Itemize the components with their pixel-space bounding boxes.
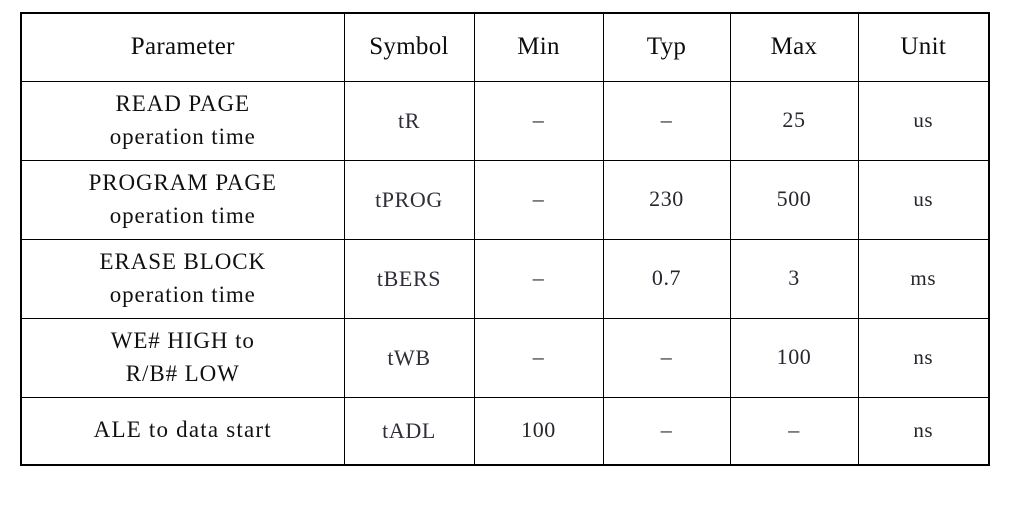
cell-min: – bbox=[473, 80, 604, 161]
cell-symbol: tR bbox=[343, 80, 475, 161]
cell-parameter: PROGRAM PAGE operation time bbox=[20, 159, 345, 240]
table-row: ERASE BLOCK operation time tBERS – 0.7 3… bbox=[20, 238, 990, 319]
cell-symbol: tWB bbox=[343, 317, 475, 398]
cell-symbol: tBERS bbox=[343, 238, 475, 319]
column-header-typ: Typ bbox=[602, 12, 731, 82]
value-max-text: – bbox=[788, 416, 800, 442]
cell-min: – bbox=[473, 317, 604, 398]
column-header-unit: Unit bbox=[857, 12, 990, 82]
cell-unit: ns bbox=[857, 317, 990, 398]
table-row: WE# HIGH to R/B# LOW tWB – – 100 ns bbox=[20, 317, 990, 398]
value-typ-text: – bbox=[660, 343, 673, 369]
cell-typ: – bbox=[602, 80, 731, 161]
parameter-line-2: operation time bbox=[109, 202, 256, 228]
column-header-min: Min bbox=[473, 12, 604, 82]
value-max-text: 100 bbox=[776, 343, 812, 369]
value-max-text: 500 bbox=[776, 185, 812, 211]
specification-table-container: Parameter Symbol Min Typ Max Unit READ P… bbox=[20, 12, 990, 466]
cell-parameter: ERASE BLOCK operation time bbox=[20, 238, 345, 319]
cell-typ: 230 bbox=[602, 159, 731, 240]
value-typ-text: 0.7 bbox=[651, 264, 682, 290]
cell-unit: ns bbox=[857, 396, 990, 466]
column-header-max: Max bbox=[729, 12, 859, 82]
table-row: PROGRAM PAGE operation time tPROG – 230 … bbox=[20, 159, 990, 240]
value-min-text: – bbox=[532, 185, 545, 211]
table-row: ALE to data start tADL 100 – – ns bbox=[20, 396, 990, 466]
parameter-line-1: PROGRAM PAGE bbox=[88, 169, 277, 195]
cell-parameter: WE# HIGH to R/B# LOW bbox=[20, 317, 345, 398]
cell-min: – bbox=[473, 238, 604, 319]
cell-parameter: READ PAGE operation time bbox=[20, 80, 345, 161]
cell-min: 100 bbox=[473, 396, 604, 466]
cell-unit: us bbox=[857, 80, 990, 161]
cell-typ: – bbox=[602, 396, 731, 466]
value-typ-text: – bbox=[660, 416, 673, 442]
parameter-line-1: ERASE BLOCK bbox=[99, 248, 266, 274]
parameter-line-1: ALE to data start bbox=[93, 417, 272, 443]
cell-max: 100 bbox=[729, 317, 859, 398]
cell-min: – bbox=[473, 159, 604, 240]
parameter-line-2: operation time bbox=[109, 123, 256, 149]
cell-unit: us bbox=[857, 159, 990, 240]
cell-typ: 0.7 bbox=[602, 238, 731, 319]
table-row: READ PAGE operation time tR – – 25 us bbox=[20, 80, 990, 161]
cell-max: 25 bbox=[729, 80, 859, 161]
parameter-line-1: WE# HIGH to bbox=[110, 327, 255, 353]
value-max-text: 25 bbox=[782, 106, 806, 132]
cell-max: 3 bbox=[729, 238, 859, 319]
parameter-line-2: operation time bbox=[109, 281, 256, 307]
value-min-text: – bbox=[532, 264, 545, 290]
value-min-text: 100 bbox=[521, 416, 556, 442]
table-header-row: Parameter Symbol Min Typ Max Unit bbox=[20, 12, 990, 82]
column-header-symbol: Symbol bbox=[343, 12, 475, 82]
cell-parameter: ALE to data start bbox=[20, 396, 345, 466]
timing-specification-table: Parameter Symbol Min Typ Max Unit READ P… bbox=[20, 12, 990, 466]
value-typ-text: 230 bbox=[649, 185, 684, 211]
value-max-text: 3 bbox=[788, 264, 800, 290]
value-min-text: – bbox=[532, 343, 545, 369]
parameter-line-2: R/B# LOW bbox=[125, 360, 240, 386]
column-header-parameter: Parameter bbox=[20, 12, 345, 82]
value-typ-text: – bbox=[660, 106, 673, 132]
cell-max: – bbox=[729, 396, 859, 466]
cell-symbol: tADL bbox=[343, 396, 475, 466]
parameter-line-1: READ PAGE bbox=[115, 90, 250, 116]
value-min-text: – bbox=[532, 106, 545, 132]
cell-max: 500 bbox=[729, 159, 859, 240]
cell-symbol: tPROG bbox=[343, 159, 475, 240]
cell-typ: – bbox=[602, 317, 731, 398]
cell-unit: ms bbox=[857, 238, 990, 319]
